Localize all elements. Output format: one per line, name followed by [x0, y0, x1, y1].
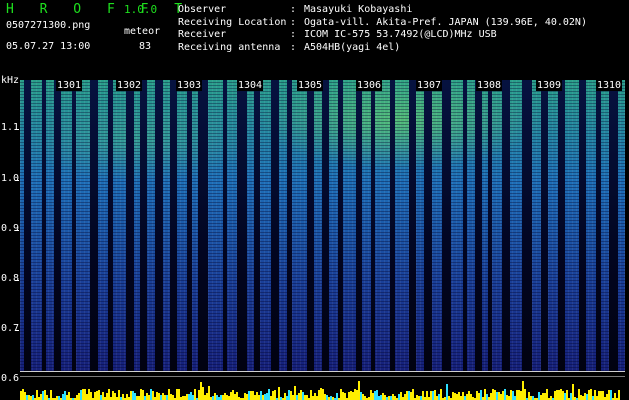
time-label: 1309 [536, 80, 563, 91]
spectrogram-gap [90, 80, 98, 371]
meteor-count: 83 [139, 41, 152, 52]
spectrogram-gap [371, 80, 375, 371]
observer-row: Observer : Masayuki Kobayashi [178, 4, 587, 17]
spectrogram-gap [338, 80, 343, 371]
spectrogram-gap [424, 80, 432, 371]
spectrogram-gap [502, 80, 510, 371]
spectrogram-gap [522, 80, 532, 371]
spectrogram-gap [558, 80, 565, 371]
time-label: 1302 [116, 80, 143, 91]
spectrogram-gap [108, 80, 113, 371]
y-tick-label: 0.6 [1, 373, 20, 384]
spectrogram-gap [287, 80, 292, 371]
separator: : [290, 29, 297, 40]
observer-label: Observer [178, 4, 227, 15]
spectrogram-gap [72, 80, 76, 371]
spectrogram-gap [596, 80, 601, 371]
frequency-unit: kHz [1, 75, 20, 86]
antenna-value: A504HB(yagi 4el) [304, 41, 401, 53]
antenna-label: Receiving antenna [178, 41, 281, 53]
separator: : [290, 4, 297, 15]
level-bar [618, 390, 620, 400]
y-tick-label: 1.1 [1, 122, 20, 133]
spectrogram-gap [170, 80, 177, 371]
spectrogram-gap [409, 80, 416, 371]
spectrogram-gap [356, 80, 362, 371]
header-panel: H R O F F T 1.0.0 0507271300.png meteor … [0, 0, 629, 76]
spectrogram-gap [126, 80, 134, 371]
time-label: 1307 [416, 80, 443, 91]
signal-level-meter [20, 378, 625, 400]
spectrogram-gap [442, 80, 451, 371]
file-name: 0507271300.png [6, 20, 91, 31]
y-tick [15, 129, 19, 130]
receiver-row: Receiver : ICOM IC-575 53.7492(@LCD)MHz … [178, 29, 587, 42]
spectrogram-gap [609, 80, 618, 371]
receiver-value: ICOM IC-575 53.7492(@LCD)MHz USB [304, 29, 497, 40]
y-tick-label: 1.0 [1, 173, 20, 184]
time-label: 1305 [297, 80, 324, 91]
location-row: Receiving Location : Ogata-vill. Akita-P… [178, 17, 587, 30]
time-label: 1304 [237, 80, 264, 91]
mode-label: meteor [124, 26, 161, 37]
time-label: 1310 [596, 80, 623, 91]
spectrogram-gap [198, 80, 208, 371]
y-tick-label: 0.8 [1, 273, 20, 284]
location-label: Receiving Location [178, 16, 287, 28]
date-time: 05.07.27 13:00 [6, 41, 91, 52]
app-version: 1.0.0 [124, 3, 158, 16]
y-tick-label: 0.7 [1, 323, 20, 334]
spectrogram-gap [24, 80, 31, 371]
separator: : [290, 16, 297, 28]
y-tick [15, 180, 19, 181]
spectrogram-gap [307, 80, 314, 371]
spectrogram-gap [271, 80, 279, 371]
spectrogram-gap [463, 80, 467, 371]
receiver-label: Receiver [178, 29, 227, 40]
spectrogram-gap [187, 80, 192, 371]
location-value: Ogata-vill. Akita-Pref. JAPAN (139.96E, … [304, 16, 587, 28]
station-info: Observer : Masayuki Kobayashi Receiving … [178, 4, 587, 54]
spectrogram-gap [322, 80, 329, 371]
spectrogram-gap [579, 80, 586, 371]
time-label: 1308 [476, 80, 503, 91]
spectrogram-gap [223, 80, 227, 371]
separator: : [290, 41, 297, 53]
spectrogram-gap [475, 80, 482, 371]
spectrogram-gap [140, 80, 147, 371]
baseline [20, 371, 625, 372]
spectrogram-gap [42, 80, 46, 371]
baseline [20, 376, 625, 377]
spectrogram-image [20, 80, 625, 371]
spectrogram-gap [390, 80, 395, 371]
time-label: 1303 [176, 80, 203, 91]
y-tick [15, 280, 19, 281]
app-title: H R O F F T [6, 2, 192, 17]
time-label: 1301 [56, 80, 83, 91]
spectrogram-gap [54, 80, 61, 371]
spectrogram-gap [237, 80, 247, 371]
observer-value: Masayuki Kobayashi [304, 4, 413, 15]
time-label: 1306 [356, 80, 383, 91]
spectrogram-gap [155, 80, 163, 371]
spectrogram-gap [541, 80, 548, 371]
y-tick [15, 230, 19, 231]
y-tick-label: 0.9 [1, 223, 20, 234]
spectrogram-gap [488, 80, 492, 371]
antenna-row: Receiving antenna : A504HB(yagi 4el) [178, 42, 587, 55]
spectrogram-gap [254, 80, 260, 371]
y-tick [15, 330, 19, 331]
